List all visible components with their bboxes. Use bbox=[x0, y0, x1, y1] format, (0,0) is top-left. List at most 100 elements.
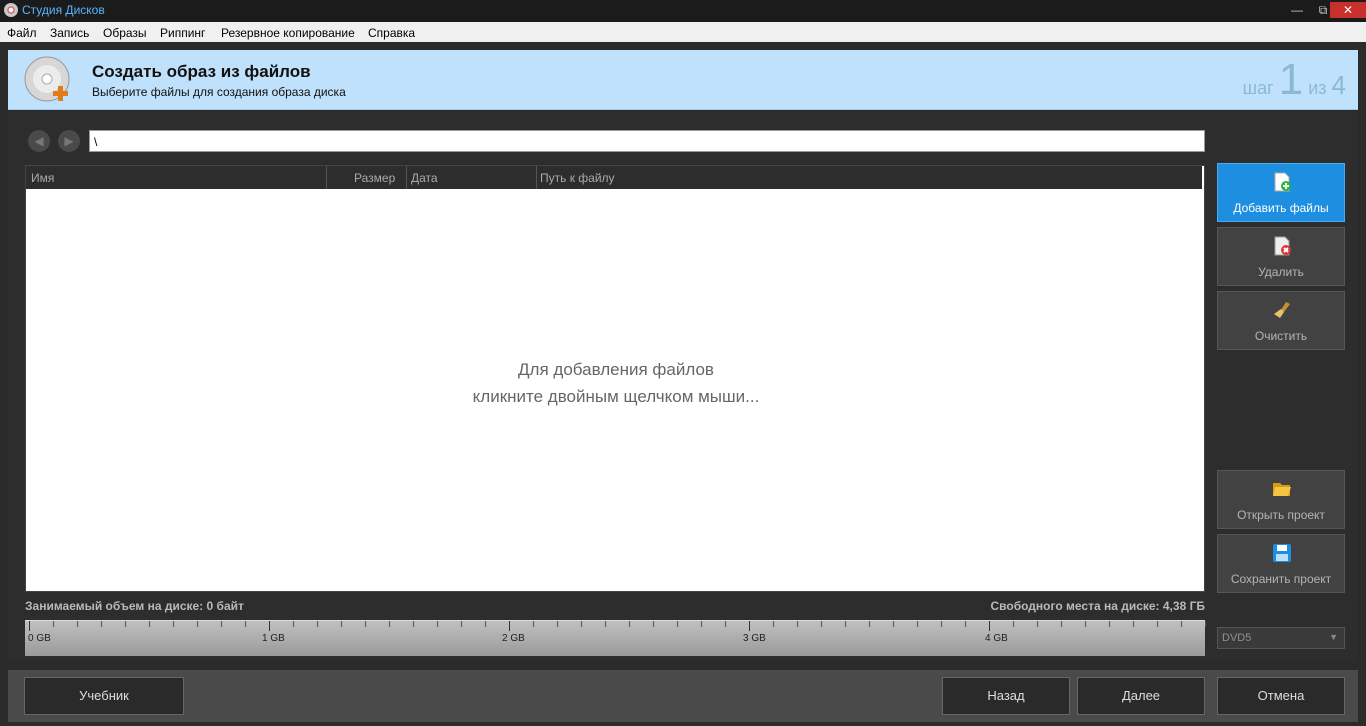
file-table[interactable]: Имя Размер Дата Путь к файлу Для добавле… bbox=[25, 165, 1205, 592]
open-project-button[interactable]: Открыть проект bbox=[1217, 470, 1345, 529]
scale-tick bbox=[533, 621, 534, 627]
scale-tick bbox=[485, 621, 486, 627]
clear-label: Очистить bbox=[1254, 329, 1308, 343]
scale-tick bbox=[965, 621, 966, 627]
scale-tick bbox=[605, 621, 606, 627]
open-project-label: Открыть проект bbox=[1237, 508, 1325, 522]
menu-backup[interactable]: Резервное копирование bbox=[221, 26, 355, 40]
step-of: из bbox=[1308, 78, 1327, 98]
scale-tick bbox=[509, 621, 510, 631]
menu-ripping[interactable]: Риппинг bbox=[160, 26, 205, 40]
scale-tick bbox=[197, 621, 198, 627]
disc-type-value: DVD5 bbox=[1222, 632, 1252, 644]
step-current: 1 bbox=[1278, 55, 1304, 104]
scale-label: 3 GB bbox=[743, 633, 766, 644]
scale-tick bbox=[1037, 621, 1038, 627]
scale-tick bbox=[1013, 621, 1014, 627]
add-files-label: Добавить файлы bbox=[1233, 201, 1329, 215]
add-files-button[interactable]: Добавить файлы bbox=[1217, 163, 1345, 222]
menu-bar: Файл Запись Образы Риппинг Резервное коп… bbox=[0, 22, 1366, 42]
step-indicator: шаг 1 из 4 bbox=[1243, 58, 1346, 102]
folder-open-icon bbox=[1273, 483, 1291, 496]
menu-help[interactable]: Справка bbox=[368, 26, 415, 40]
empty-hint-line2: кликните двойным щелчком мыши... bbox=[472, 387, 760, 406]
scale-tick bbox=[365, 621, 366, 627]
save-project-label: Сохранить проект bbox=[1230, 572, 1332, 586]
menu-file[interactable]: Файл bbox=[7, 26, 37, 40]
scale-label: 1 GB bbox=[262, 633, 285, 644]
scale-tick bbox=[293, 621, 294, 627]
scale-tick bbox=[413, 621, 414, 627]
column-name[interactable]: Имя bbox=[31, 171, 54, 185]
cancel-button[interactable]: Отмена bbox=[1217, 677, 1345, 715]
back-button[interactable]: Назад bbox=[942, 677, 1070, 715]
delete-button[interactable]: Удалить bbox=[1217, 227, 1345, 286]
scale-tick bbox=[341, 621, 342, 627]
scale-tick bbox=[797, 621, 798, 627]
next-button[interactable]: Далее bbox=[1077, 677, 1205, 715]
scale-tick bbox=[389, 621, 390, 627]
capacity-scale: 0 GB 1 GB 2 GB 3 GB 4 GB bbox=[25, 620, 1206, 656]
scale-label: 0 GB bbox=[28, 633, 51, 644]
empty-hint: Для добавления файлов кликните двойным щ… bbox=[26, 356, 1206, 410]
path-input[interactable]: \ bbox=[89, 130, 1205, 152]
chevron-down-icon: ▼ bbox=[1329, 632, 1338, 642]
scale-tick bbox=[1109, 621, 1110, 627]
scale-tick bbox=[317, 621, 318, 627]
menu-images[interactable]: Образы bbox=[103, 26, 147, 40]
scale-tick bbox=[989, 621, 990, 631]
table-header: Имя Размер Дата Путь к файлу bbox=[26, 166, 1202, 189]
page-subtitle: Выберите файлы для создания образа диска bbox=[92, 85, 346, 99]
broom-icon bbox=[1274, 302, 1290, 318]
back-arrow-icon[interactable]: ◀ bbox=[28, 130, 50, 152]
scale-tick bbox=[557, 621, 558, 627]
scale-tick bbox=[1061, 621, 1062, 627]
scale-tick bbox=[629, 621, 630, 627]
scale-tick bbox=[1133, 621, 1134, 627]
tutorial-button[interactable]: Учебник bbox=[24, 677, 184, 715]
scale-tick bbox=[725, 621, 726, 627]
scale-tick bbox=[29, 621, 30, 631]
menu-record[interactable]: Запись bbox=[50, 26, 89, 40]
scale-tick bbox=[773, 621, 774, 627]
scale-tick bbox=[845, 621, 846, 627]
scale-tick bbox=[749, 621, 750, 631]
scale-tick bbox=[893, 621, 894, 627]
app-disc-icon bbox=[4, 3, 18, 17]
disc-type-select[interactable]: DVD5 ▼ bbox=[1217, 627, 1345, 649]
save-project-button[interactable]: Сохранить проект bbox=[1217, 534, 1345, 593]
scale-tick bbox=[941, 621, 942, 627]
close-button[interactable]: ✕ bbox=[1330, 2, 1366, 18]
delete-file-icon bbox=[1274, 236, 1291, 256]
floppy-disk-icon bbox=[1273, 544, 1291, 562]
scale-tick bbox=[125, 621, 126, 627]
scale-tick bbox=[269, 621, 270, 631]
scale-tick bbox=[821, 621, 822, 627]
step-word: шаг bbox=[1242, 78, 1274, 98]
column-size[interactable]: Размер bbox=[354, 171, 395, 185]
forward-arrow-icon[interactable]: ▶ bbox=[58, 130, 80, 152]
scale-tick bbox=[437, 621, 438, 627]
wizard-header: Создать образ из файлов Выберите файлы д… bbox=[8, 50, 1358, 110]
minimize-button[interactable]: — bbox=[1286, 2, 1308, 18]
used-space-text: Занимаемый объем на диске: 0 байт bbox=[25, 599, 244, 613]
delete-label: Удалить bbox=[1258, 265, 1304, 279]
scale-tick bbox=[173, 621, 174, 627]
scale-tick bbox=[701, 621, 702, 627]
window-title: Студия Дисков bbox=[22, 3, 105, 17]
scale-tick bbox=[869, 621, 870, 627]
empty-hint-line1: Для добавления файлов bbox=[518, 360, 714, 379]
column-path[interactable]: Путь к файлу bbox=[540, 171, 615, 185]
scale-tick bbox=[1157, 621, 1158, 627]
scale-tick bbox=[1205, 621, 1206, 627]
scale-tick bbox=[149, 621, 150, 627]
scale-tick bbox=[77, 621, 78, 627]
scale-tick bbox=[221, 621, 222, 627]
clear-button[interactable]: Очистить bbox=[1217, 291, 1345, 350]
scale-tick bbox=[245, 621, 246, 627]
scale-label: 2 GB bbox=[502, 633, 525, 644]
scale-tick bbox=[917, 621, 918, 627]
scale-tick bbox=[653, 621, 654, 627]
column-date[interactable]: Дата bbox=[411, 171, 438, 185]
add-file-icon bbox=[1274, 172, 1291, 192]
